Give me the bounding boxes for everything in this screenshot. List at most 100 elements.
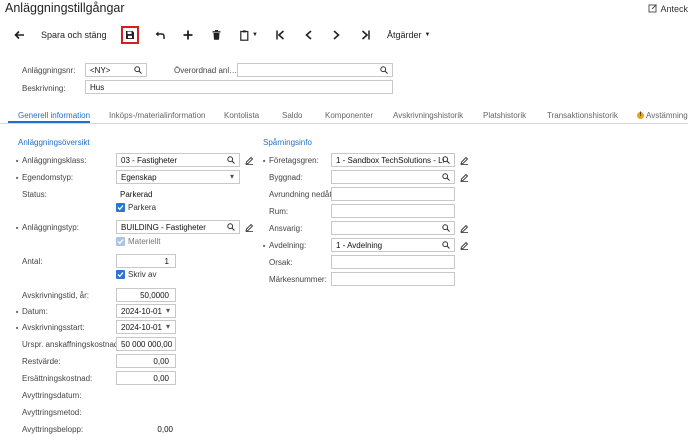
dep-start-value: 2024-10-01 bbox=[121, 323, 162, 332]
description-label: Beskrivning: bbox=[22, 84, 66, 93]
description-field[interactable]: Hus bbox=[85, 80, 393, 94]
overview-section-title: Anläggningsöversikt bbox=[18, 138, 90, 147]
ownership-type-select[interactable]: Egenskap ▾ bbox=[116, 170, 240, 184]
toolbar: Spara och stäng ▼ Åtgärder ▼ bbox=[0, 24, 688, 46]
warning-icon: ! bbox=[637, 112, 644, 119]
trash-icon bbox=[212, 30, 220, 40]
tab-location-history[interactable]: Platshistorik bbox=[483, 111, 526, 120]
next-record-button[interactable] bbox=[329, 24, 343, 46]
dep-start-label: Avskrivningsstart: bbox=[16, 323, 85, 332]
depreciate-checkbox[interactable]: Skriv av bbox=[116, 270, 156, 279]
edit-pencil-icon[interactable] bbox=[460, 156, 469, 165]
checkbox-checked-icon bbox=[116, 270, 125, 279]
useful-life-field[interactable]: 50,0000 bbox=[116, 288, 176, 302]
disposal-date-label: Avyttringsdatum: bbox=[22, 391, 82, 400]
chevron-down-icon: ▼ bbox=[252, 32, 258, 38]
branch-label: Företagsgren: bbox=[263, 156, 319, 165]
date-label: Datum: bbox=[16, 307, 48, 316]
actions-menu[interactable]: Åtgärder ▼ bbox=[387, 24, 430, 46]
asset-type-value: BUILDING - Fastigheter bbox=[121, 223, 206, 232]
notes-link[interactable]: Anteck bbox=[648, 3, 688, 15]
edit-pencil-icon[interactable] bbox=[245, 156, 254, 165]
room-field[interactable] bbox=[331, 204, 455, 218]
tab-balance[interactable]: Saldo bbox=[282, 111, 302, 120]
actions-label: Åtgärder bbox=[387, 30, 422, 40]
replacement-cost-field[interactable]: 0,00 bbox=[116, 371, 176, 385]
page-title: Anläggningstillgångar bbox=[5, 1, 125, 15]
delete-button[interactable] bbox=[209, 24, 223, 46]
previous-record-button[interactable] bbox=[301, 24, 315, 46]
department-field[interactable]: 1 - Avdelning bbox=[331, 238, 455, 252]
quantity-label: Antal: bbox=[22, 257, 43, 266]
search-icon bbox=[380, 66, 388, 74]
depreciate-label: Skriv av bbox=[128, 270, 157, 279]
asset-no-field[interactable]: <NY> bbox=[85, 63, 147, 77]
original-cost-field[interactable]: 50 000 000,00 bbox=[116, 337, 176, 351]
reason-field[interactable] bbox=[331, 255, 455, 269]
branch-field[interactable]: 1 - Sandbox TechSolutions - Lul bbox=[331, 153, 455, 167]
custodian-field[interactable] bbox=[331, 221, 455, 235]
save-close-button[interactable]: Spara och stäng bbox=[41, 24, 107, 46]
chevron-down-icon: ▾ bbox=[165, 322, 170, 331]
edit-pencil-icon[interactable] bbox=[460, 224, 469, 233]
status-label: Status: bbox=[22, 190, 47, 199]
undo-button[interactable] bbox=[153, 24, 167, 46]
tracking-section-title: Spårningsinfo bbox=[263, 138, 312, 147]
edit-pencil-icon[interactable] bbox=[460, 241, 469, 250]
clipboard-icon bbox=[240, 29, 249, 41]
last-record-button[interactable] bbox=[358, 24, 372, 46]
quantity-field[interactable]: 1 bbox=[116, 254, 176, 268]
add-button[interactable] bbox=[181, 24, 195, 46]
floor-field[interactable] bbox=[331, 187, 455, 201]
building-label: Byggnad: bbox=[269, 173, 303, 182]
custodian-label: Ansvarig: bbox=[269, 224, 303, 233]
tab-general[interactable]: Generell information bbox=[18, 111, 90, 120]
tab-reconciliation-label: Avstämning bbox=[646, 111, 688, 120]
tab-purchase[interactable]: Inköps-/materialinformation bbox=[109, 111, 205, 120]
original-cost-label: Urspr. anskaffningskostnad: bbox=[22, 340, 121, 349]
first-icon bbox=[275, 30, 284, 40]
tab-bar: Generell information Inköps-/materialinf… bbox=[0, 108, 688, 124]
tangible-checkbox: Materiellt bbox=[116, 237, 160, 246]
tab-account-list[interactable]: Kontolista bbox=[224, 111, 259, 120]
date-value: 2024-10-01 bbox=[121, 307, 162, 316]
park-checkbox[interactable]: Parkera bbox=[116, 203, 156, 212]
salvage-field[interactable]: 0,00 bbox=[116, 354, 176, 368]
tab-reconciliation[interactable]: ! Avstämning bbox=[637, 111, 688, 120]
disposal-amount-value: 0,00 bbox=[157, 425, 173, 434]
save-icon bbox=[126, 31, 134, 39]
first-record-button[interactable] bbox=[273, 24, 287, 46]
useful-life-label: Avskrivningstid, år: bbox=[22, 291, 89, 300]
asset-type-field[interactable]: BUILDING - Fastigheter bbox=[116, 220, 240, 234]
asset-class-field[interactable]: 03 - Fastigheter bbox=[116, 153, 240, 167]
building-field[interactable] bbox=[331, 170, 455, 184]
active-tab-indicator bbox=[8, 121, 90, 123]
floor-label: Avrundning nedåt: bbox=[269, 190, 334, 199]
asset-type-label: Anläggningstyp: bbox=[16, 223, 79, 232]
copy-paste-button[interactable]: ▼ bbox=[238, 24, 260, 46]
parent-asset-field[interactable] bbox=[237, 63, 393, 77]
edit-pencil-icon[interactable] bbox=[460, 173, 469, 182]
disposal-method-label: Avyttringsmetod: bbox=[22, 408, 82, 417]
edit-pencil-icon[interactable] bbox=[245, 223, 254, 232]
tab-depreciation-history[interactable]: Avskrivningshistorik bbox=[393, 111, 463, 120]
tab-transaction-history[interactable]: Transaktionshistorik bbox=[547, 111, 618, 120]
tab-components[interactable]: Komponenter bbox=[325, 111, 373, 120]
chevron-right-icon bbox=[332, 30, 340, 40]
dep-start-picker[interactable]: 2024-10-01 ▾ bbox=[116, 320, 176, 334]
back-arrow-icon bbox=[13, 30, 24, 40]
date-picker[interactable]: 2024-10-01 ▾ bbox=[116, 304, 176, 318]
tag-number-field[interactable] bbox=[331, 272, 455, 286]
disposal-amount-label: Avyttringsbelopp: bbox=[22, 425, 84, 434]
back-button[interactable] bbox=[12, 24, 26, 46]
asset-class-value: 03 - Fastigheter bbox=[121, 156, 178, 165]
department-label: Avdelning: bbox=[263, 241, 306, 250]
chevron-down-icon: ▾ bbox=[165, 306, 170, 315]
notes-icon bbox=[648, 3, 658, 15]
search-icon bbox=[227, 156, 235, 164]
ownership-type-value: Egenskap bbox=[121, 173, 157, 182]
plus-icon bbox=[183, 30, 193, 40]
description-value: Hus bbox=[90, 83, 105, 92]
save-button[interactable] bbox=[121, 26, 139, 44]
tangible-label: Materiellt bbox=[128, 237, 161, 246]
